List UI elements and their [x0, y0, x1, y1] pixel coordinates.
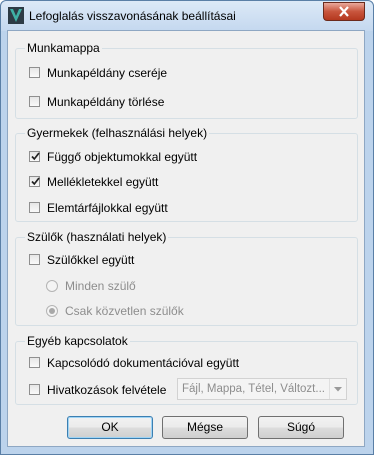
dropdown-arrow[interactable]	[329, 379, 346, 399]
checkbox-label: Elemtárfájlokkal együtt	[47, 201, 168, 215]
radio-csak-kozvetlen-szulok[interactable]	[46, 305, 58, 317]
group-legend: Egyéb kapcsolatok	[25, 334, 130, 348]
checkbox-label: Munkapéldány cseréje	[47, 66, 168, 80]
close-button[interactable]	[323, 2, 365, 21]
checkbox-munkapeldany-csereje[interactable]	[29, 67, 40, 78]
radio-minden-szulo[interactable]	[46, 280, 58, 292]
checkbox-elemtarfajlok[interactable]	[29, 202, 40, 213]
checkbox-munkapeldany-torlese[interactable]	[29, 96, 40, 107]
group-legend: Szülők (használati helyek)	[25, 230, 169, 244]
checkbox-label: Hivatkozások felvétele	[47, 383, 167, 397]
close-icon	[339, 6, 349, 17]
checkbox-mellekletek[interactable]	[29, 176, 40, 187]
ok-button[interactable]: OK	[67, 416, 153, 439]
checkmark-icon	[31, 152, 40, 161]
group-legend: Munkamappa	[25, 41, 102, 55]
chevron-down-icon	[334, 387, 342, 392]
checkbox-hivatkozasok-felvetele[interactable]	[29, 384, 40, 395]
title-bar[interactable]: Lefoglalás visszavonásának beállításai	[1, 1, 373, 31]
vault-logo-icon	[8, 7, 24, 24]
help-button[interactable]: Súgó	[258, 416, 344, 439]
group-legend: Gyermekek (felhasználási helyek)	[25, 126, 210, 140]
relation-type-dropdown[interactable]: Fájl, Mappa, Tétel, Változt...	[177, 378, 347, 400]
cancel-button[interactable]: Mégse	[162, 416, 248, 439]
checkbox-label: Függő objektumokkal együtt	[47, 150, 198, 164]
window-title: Lefoglalás visszavonásának beállításai	[29, 9, 236, 23]
checkmark-icon	[31, 177, 40, 186]
checkbox-fuggo-objektumok[interactable]	[29, 151, 40, 162]
checkbox-label: Kapcsolódó dokumentációval együtt	[47, 356, 240, 370]
checkbox-label: Szülőkkel együtt	[47, 253, 135, 267]
checkbox-szulokkel-egyutt[interactable]	[29, 254, 40, 265]
checkbox-kapcsolodo-dokumentacio[interactable]	[29, 357, 40, 368]
radio-label: Csak közvetlen szülők	[65, 304, 184, 318]
dropdown-value: Fájl, Mappa, Tétel, Változt...	[182, 383, 325, 395]
radio-label: Minden szülő	[65, 279, 136, 293]
checkbox-label: Munkapéldány törlése	[47, 95, 165, 109]
checkbox-label: Mellékletekkel együtt	[47, 175, 159, 189]
